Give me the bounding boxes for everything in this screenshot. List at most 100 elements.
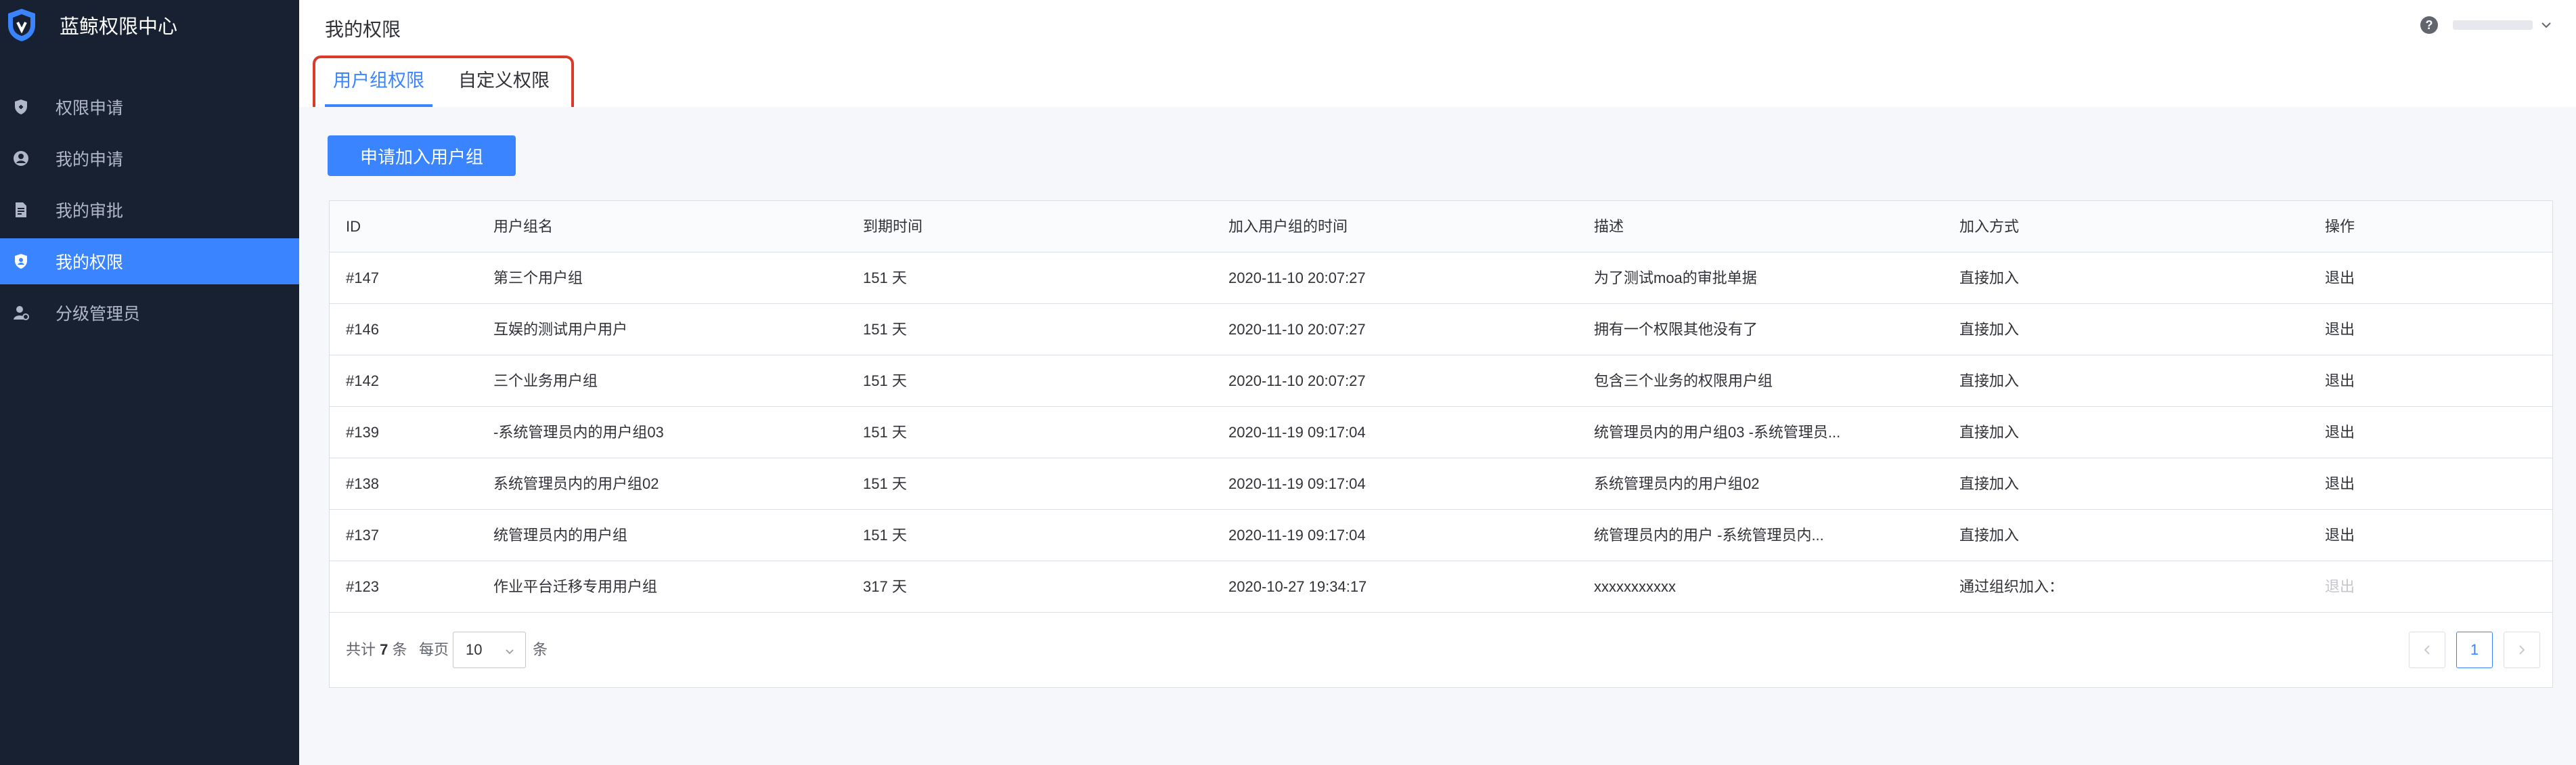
pagination: 1 [2398, 632, 2540, 668]
per-page-unit: 条 [533, 641, 548, 658]
user-area: ? [2420, 16, 2552, 34]
sidebar: 蓝鲸权限中心 权限申请 我的申请 我的审批 我的权限 分级管理员 [0, 0, 299, 765]
logo-icon [5, 7, 38, 43]
column-header-description: 描述 [1594, 218, 1624, 235]
cell-joined-time: 2020-11-19 09:17:04 [1228, 475, 1366, 492]
user-name[interactable] [2453, 18, 2534, 32]
column-header-join-method: 加入方式 [1959, 218, 2020, 235]
cell-id: #147 [346, 269, 379, 286]
cell-join-method: 直接加入 [1959, 269, 2020, 286]
group-name-link[interactable]: 第三个用户组 [493, 253, 845, 304]
total-count: 共计 7 条 [346, 613, 407, 687]
sidebar-item-label: 分级管理员 [55, 304, 141, 324]
next-page-button[interactable] [2504, 632, 2540, 668]
exit-link[interactable]: 退出 [2325, 510, 2460, 561]
table-body: #147 第三个用户组 151 天 2020-11-10 20:07:27 为了测试mo… [330, 253, 2552, 613]
page-size-select[interactable]: 10 [453, 632, 526, 668]
table-row: #146 互娱的测试用户用户 151 天 2020-11-10 20:07:27 拥有一… [330, 304, 2552, 355]
cell-expire: 151 天 [863, 527, 907, 544]
apply-join-group-button[interactable]: 申请加入用户组 [328, 135, 516, 176]
cell-description: xxxxxxxxxxx [1594, 578, 1676, 595]
cell-expire: 151 天 [863, 321, 907, 338]
cell-joined-time: 2020-11-10 20:07:27 [1228, 269, 1366, 286]
chevron-down-icon[interactable] [2541, 22, 2552, 28]
total-number: 7 [380, 641, 388, 658]
total-suffix: 条 [392, 641, 407, 658]
per-page-label: 每页 [419, 641, 449, 658]
main-content: 申请加入用户组 ID 用户组名 到期时间 加入用户组的时间 描述 加入方式 操作… [299, 107, 2576, 765]
sidebar-item-apply[interactable]: 权限申请 [0, 84, 299, 130]
cell-description: 拥有一个权限其他没有了 [1594, 321, 1758, 338]
cell-expire: 151 天 [863, 424, 907, 441]
brand[interactable]: 蓝鲸权限中心 [0, 0, 299, 50]
table-row: #123 作业平台迁移专用用户组 317 天 2020-10-27 19:34:17 x… [330, 561, 2552, 613]
exit-link[interactable]: 退出 [2325, 407, 2460, 458]
column-header-id: ID [346, 218, 361, 235]
cell-id: #138 [346, 475, 379, 492]
group-name-link[interactable]: -系统管理员内的用户组03 [493, 407, 845, 458]
document-icon [12, 201, 30, 219]
sidebar-item-label: 我的审批 [55, 201, 124, 221]
cell-expire: 151 天 [863, 372, 907, 389]
admin-user-icon [12, 304, 30, 322]
table-header-row: ID 用户组名 到期时间 加入用户组的时间 描述 加入方式 操作 [330, 201, 2552, 253]
permission-tabs: 用户组权限 自定义权限 [325, 68, 575, 107]
column-header-joined-time: 加入用户组的时间 [1228, 218, 1348, 235]
cell-joined-time: 2020-11-19 09:17:04 [1228, 527, 1366, 544]
tab-user-group-permissions[interactable]: 用户组权限 [325, 68, 432, 107]
page-title: 我的权限 [325, 18, 401, 41]
column-header-group-name: 用户组名 [493, 218, 554, 235]
chevron-left-icon [2424, 645, 2430, 655]
group-name-link[interactable]: 三个业务用户组 [493, 355, 845, 407]
shield-user-icon [12, 253, 30, 270]
page-size-value: 10 [466, 641, 483, 658]
cell-description: 为了测试moa的审批单据 [1594, 269, 1757, 286]
tab-custom-permissions[interactable]: 自定义权限 [450, 68, 558, 107]
page-number-button[interactable]: 1 [2456, 632, 2493, 668]
cell-id: #146 [346, 321, 379, 338]
cell-joined-time: 2020-11-10 20:07:27 [1228, 372, 1366, 389]
chevron-right-icon [2519, 645, 2525, 655]
group-name-link[interactable]: 作业平台迁移专用用户组 [493, 561, 845, 613]
sidebar-item-grade-admin[interactable]: 分级管理员 [0, 290, 299, 336]
help-icon[interactable]: ? [2420, 16, 2438, 34]
exit-link[interactable]: 退出 [2325, 253, 2460, 304]
sidebar-item-label: 我的申请 [55, 150, 124, 169]
cell-expire: 317 天 [863, 578, 907, 595]
column-header-operation: 操作 [2325, 218, 2355, 235]
chevron-down-icon [505, 641, 514, 659]
cell-joined-time: 2020-11-10 20:07:27 [1228, 321, 1366, 338]
cell-id: #139 [346, 424, 379, 441]
table-row: #147 第三个用户组 151 天 2020-11-10 20:07:27 为了测试mo… [330, 253, 2552, 304]
cell-join-method: 直接加入 [1959, 527, 2020, 544]
cell-description: 包含三个业务的权限用户组 [1594, 372, 1773, 389]
cell-description: 统管理员内的用户组03 -系统管理员... [1594, 424, 1841, 441]
cell-join-method: 直接加入 [1959, 372, 2020, 389]
sidebar-item-my-permissions[interactable]: 我的权限 [0, 238, 299, 284]
cell-expire: 151 天 [863, 269, 907, 286]
sidebar-item-label: 权限申请 [55, 98, 124, 118]
user-group-table: ID 用户组名 到期时间 加入用户组的时间 描述 加入方式 操作 #147 第三个… [329, 200, 2553, 688]
group-name-link[interactable]: 统管理员内的用户组 [493, 510, 845, 561]
cell-join-method: 直接加入 [1959, 321, 2020, 338]
prev-page-button[interactable] [2409, 632, 2445, 668]
shield-add-icon [12, 98, 30, 116]
cell-id: #123 [346, 578, 379, 595]
group-name-link[interactable]: 互娱的测试用户用户 [493, 304, 845, 355]
sidebar-item-my-approvals[interactable]: 我的审批 [0, 187, 299, 233]
cell-join-method: 通过组织加入： [1959, 578, 2064, 595]
cell-join-method: 直接加入 [1959, 424, 2020, 441]
user-circle-icon [12, 150, 30, 167]
exit-link[interactable]: 退出 [2325, 304, 2460, 355]
app-title: 蓝鲸权限中心 [60, 15, 178, 38]
cell-id: #137 [346, 527, 379, 544]
group-name-link[interactable]: 系统管理员内的用户组02 [493, 458, 845, 510]
sidebar-item-label: 我的权限 [55, 253, 124, 272]
exit-link: 退出 [2325, 578, 2355, 595]
exit-link[interactable]: 退出 [2325, 355, 2460, 407]
table-footer: 共计 7 条 每页 10 条 1 [330, 613, 2552, 687]
table-row: #139 -系统管理员内的用户组03 151 天 2020-11-19 09:17:0… [330, 407, 2552, 458]
exit-link[interactable]: 退出 [2325, 458, 2460, 510]
sidebar-item-my-applications[interactable]: 我的申请 [0, 135, 299, 181]
total-prefix: 共计 [346, 641, 376, 658]
